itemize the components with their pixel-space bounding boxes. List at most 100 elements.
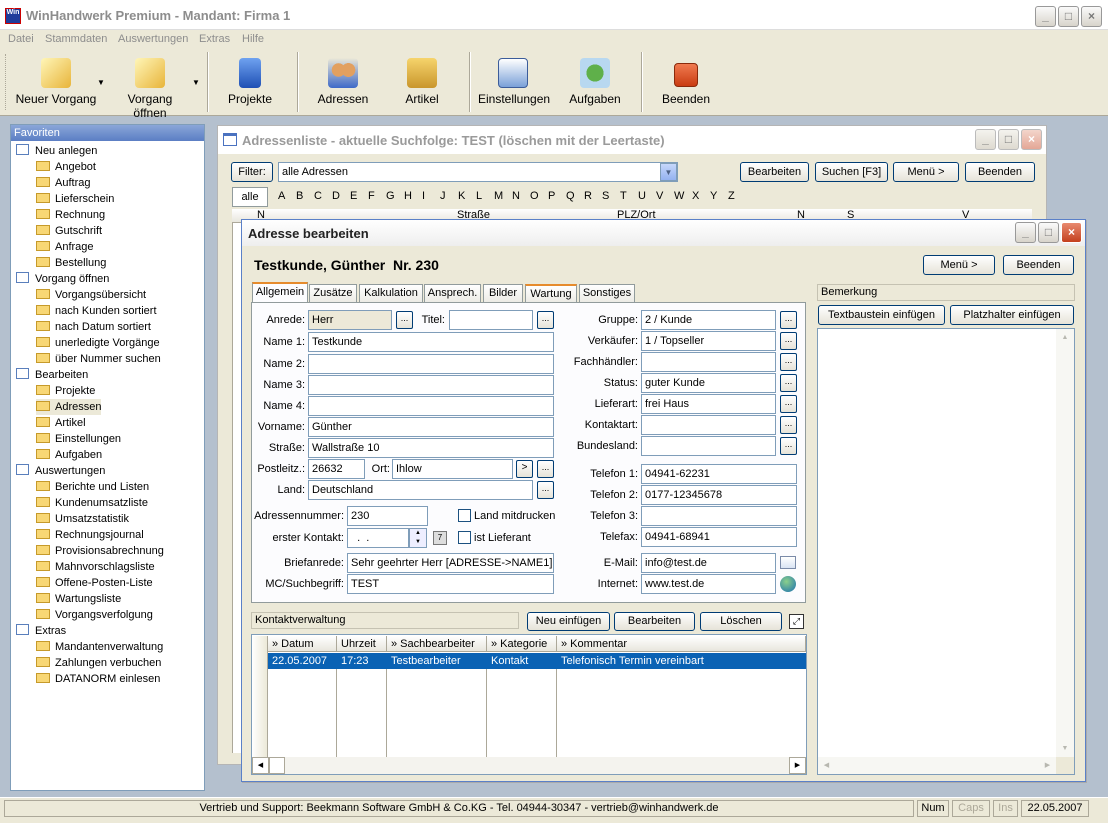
verkaeufer-field[interactable]: 1 / Topseller [641,331,776,351]
fax-field[interactable]: 04941-68941 [641,527,797,547]
tab-bilder[interactable]: Bilder [483,284,523,302]
contact-delete-button[interactable]: Löschen [700,612,782,631]
tree-group-extras[interactable]: Extras [16,623,66,639]
plz-field[interactable]: 26632 [308,459,365,479]
col-time[interactable]: Uhrzeit [337,636,387,652]
tree-item[interactable]: Zahlungen verbuchen [36,655,161,671]
lieferart-dots-button[interactable]: ... [780,395,797,413]
letter-g[interactable]: G [386,190,395,202]
verkaeufer-dots-button[interactable]: ... [780,332,797,350]
contacts-hscrollbar[interactable]: ◀ ▶ [252,757,806,774]
kontaktart-dots-button[interactable]: ... [780,416,797,434]
editor-maximize-button[interactable]: □ [1038,222,1059,243]
letter-p[interactable]: P [548,190,555,202]
addresses-button[interactable]: Adressen [310,54,376,110]
chevron-down-icon[interactable]: ▼ [660,163,677,181]
col-agent[interactable]: » Sachbearbeiter [387,636,487,652]
letter-x[interactable]: X [692,190,699,202]
tab-kalkulation[interactable]: Kalkulation [359,284,423,302]
tasks-button[interactable]: Aufgaben [563,54,627,110]
letter-m[interactable]: M [494,190,503,202]
tree-group-edit[interactable]: Bearbeiten [16,367,88,383]
quit-button[interactable]: Beenden [655,54,717,110]
settings-button[interactable]: Einstellungen [478,54,550,110]
mc-field[interactable]: TEST [347,574,554,594]
letter-q[interactable]: Q [566,190,575,202]
letter-w[interactable]: W [674,190,684,202]
tree-item[interactable]: Kundenumsatzliste [36,495,148,511]
list-close-button[interactable]: × [1021,129,1042,150]
letter-z[interactable]: Z [728,190,735,202]
letter-s[interactable]: S [602,190,609,202]
letter-o[interactable]: O [530,190,539,202]
menu-datei[interactable]: Datei [8,30,34,48]
tel2-field[interactable]: 0177-12345678 [641,485,797,505]
fachhaendler-dots-button[interactable]: ... [780,353,797,371]
titel-dots-button[interactable]: ... [537,311,554,329]
tree-item[interactable]: unerledigte Vorgänge [36,335,160,351]
tree-item[interactable]: Berichte und Listen [36,479,149,495]
land-dots-button[interactable]: ... [537,481,554,499]
gruppe-dots-button[interactable]: ... [780,311,797,329]
name2-field[interactable] [308,354,554,374]
letter-n[interactable]: N [512,190,520,202]
gruppe-field[interactable]: 2 / Kunde [641,310,776,330]
kontakt-field[interactable]: . . [347,528,409,548]
kontaktart-field[interactable] [641,415,776,435]
titel-field[interactable] [449,310,533,330]
list-menu-button[interactable]: Menü > [893,162,959,182]
tab-ansprech[interactable]: Ansprech. [424,284,481,302]
tree-group-open[interactable]: Vorgang öffnen [16,271,109,287]
tree-item[interactable]: Einstellungen [36,431,121,447]
minimize-button[interactable]: _ [1035,6,1056,27]
filter-select[interactable]: alle Adressen [278,162,678,182]
tel1-field[interactable]: 04941-62231 [641,464,797,484]
scroll-left-icon[interactable]: ◀ [818,757,835,774]
letter-c[interactable]: C [314,190,322,202]
col-date[interactable]: » Datum [268,636,337,652]
letter-v[interactable]: V [656,190,663,202]
open-dropdown-icon[interactable]: ▼ [192,78,200,87]
list-edit-button[interactable]: Bearbeiten [740,162,809,182]
tree-item[interactable]: Offene-Posten-Liste [36,575,153,591]
globe-icon[interactable] [780,576,796,592]
letter-r[interactable]: R [584,190,592,202]
letter-l[interactable]: L [476,190,482,202]
letter-b[interactable]: B [296,190,303,202]
calendar-icon[interactable]: 7 [433,531,447,545]
new-dropdown-icon[interactable]: ▼ [97,78,105,87]
articles-button[interactable]: Artikel [393,54,451,110]
editor-minimize-button[interactable]: _ [1015,222,1036,243]
menu-stammdaten[interactable]: Stammdaten [45,30,107,48]
email-field[interactable]: info@test.de [641,553,776,573]
new-vorgang-button[interactable]: Neuer Vorgang [14,54,98,110]
ort-dots-button[interactable]: ... [537,460,554,478]
contact-edit-button[interactable]: Bearbeiten [614,612,695,631]
spinner-down-icon[interactable]: ▼ [410,538,426,547]
letter-t[interactable]: T [620,190,627,202]
tree-item[interactable]: Wartungsliste [36,591,121,607]
tab-sonstiges[interactable]: Sonstiges [579,284,635,302]
insert-text-block-button[interactable]: Textbaustein einfügen [818,305,945,325]
list-quit-button[interactable]: Beenden [965,162,1035,182]
tree-item[interactable]: Projekte [36,383,95,399]
menu-hilfe[interactable]: Hilfe [242,30,264,48]
filter-button[interactable]: Filter: [231,162,273,182]
remark-textarea[interactable] [817,328,1075,775]
letter-k[interactable]: K [458,190,465,202]
lieferart-field[interactable]: frei Haus [641,394,776,414]
name1-field[interactable]: Testkunde [308,332,554,352]
tree-item[interactable]: nach Datum sortiert [36,319,151,335]
fachhaendler-field[interactable] [641,352,776,372]
adrnr-field[interactable]: 230 [347,506,428,526]
bundesland-field[interactable] [641,436,776,456]
tree-item[interactable]: Bestellung [36,255,106,271]
letter-a[interactable]: A [278,190,285,202]
tree-item[interactable]: Mandantenverwaltung [36,639,163,655]
editor-quit-button[interactable]: Beenden [1003,255,1074,275]
tree-item[interactable]: nach Kunden sortiert [36,303,157,319]
tree-group-reports[interactable]: Auswertungen [16,463,105,479]
tree-item[interactable]: Rechnungsjournal [36,527,144,543]
tree-item[interactable]: Provisionsabrechnung [36,543,164,559]
letter-h[interactable]: H [404,190,412,202]
